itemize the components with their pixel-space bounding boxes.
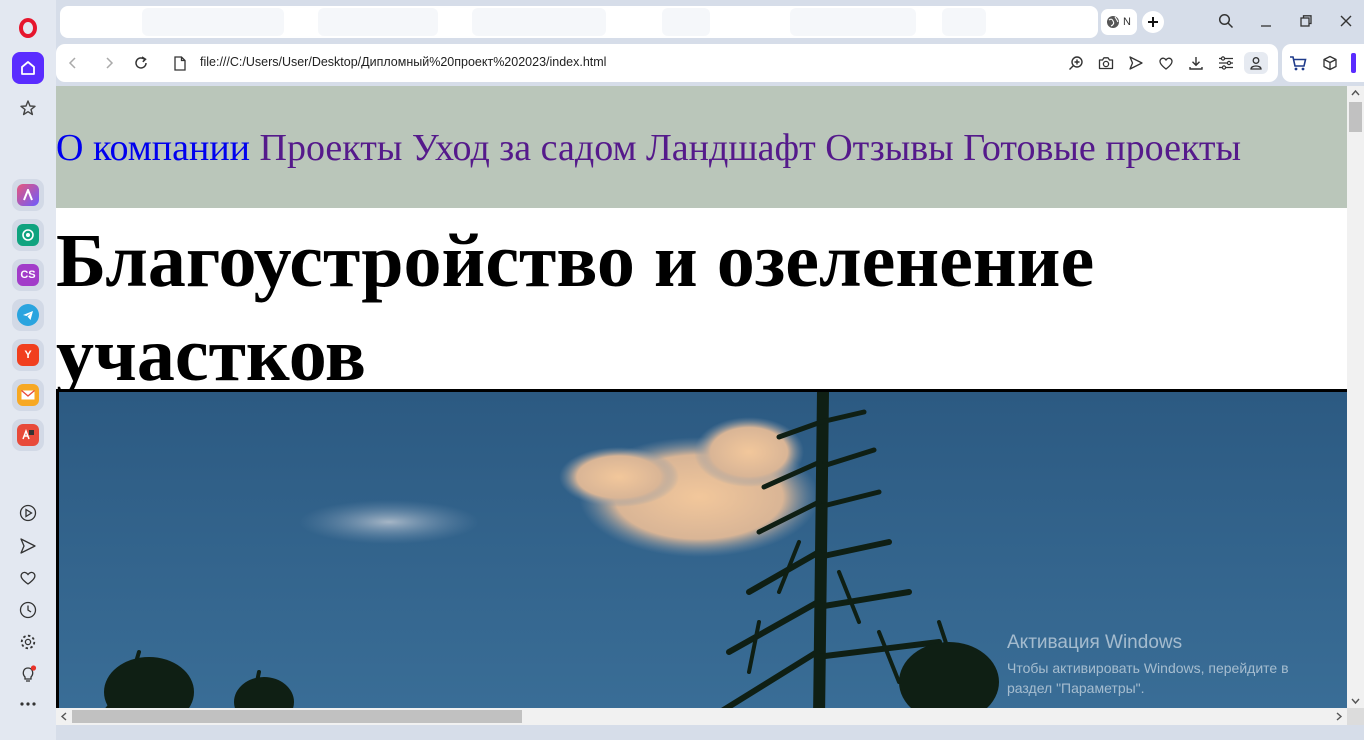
new-tab-plus-icon[interactable] (1142, 11, 1164, 33)
activation-title: Активация Windows (1007, 632, 1183, 653)
nav-link-ready-projects[interactable]: Готовые проекты (963, 127, 1241, 169)
opera-logo-icon[interactable] (12, 12, 44, 44)
nav-link-landscape[interactable]: Ландшафт (646, 127, 816, 169)
tab-ghost (790, 8, 916, 36)
history-clock-icon[interactable] (16, 598, 40, 622)
file-page-icon (168, 52, 192, 74)
scroll-right-arrow-icon[interactable] (1335, 712, 1343, 721)
tab-strip: N (56, 0, 1364, 42)
settings-gear-icon[interactable] (16, 630, 40, 654)
translate-app-icon[interactable] (12, 419, 44, 451)
tab-ghost (662, 8, 710, 36)
back-icon[interactable] (61, 52, 85, 74)
globe-icon (1107, 16, 1119, 28)
vertical-scroll-thumb[interactable] (1349, 102, 1362, 132)
nav-link-projects[interactable]: Проекты (260, 127, 403, 169)
minimize-icon[interactable] (1253, 8, 1279, 34)
home-icon[interactable] (12, 52, 44, 84)
aria-app-icon[interactable] (12, 179, 44, 211)
chatgpt-app-icon[interactable] (12, 219, 44, 251)
windows-activation-watermark: Активация Windows Чтобы активировать Win… (1007, 632, 1289, 698)
url-text[interactable]: file:///C:/Users/User/Desktop/Дипломный%… (200, 55, 606, 69)
nav-links: О компании Проекты Уход за садом Ландшаф… (56, 126, 1241, 170)
activation-line-1: Чтобы активировать Windows, перейдите в (1007, 660, 1289, 676)
vertical-scrollbar[interactable] (1347, 86, 1364, 708)
nav-link-reviews[interactable]: Отзывы (825, 127, 954, 169)
scroll-down-arrow-icon[interactable] (1351, 697, 1360, 705)
profile-icon[interactable] (1244, 52, 1268, 74)
heart-icon[interactable] (1154, 52, 1178, 74)
horizontal-scroll-thumb[interactable] (72, 710, 522, 723)
horizontal-scrollbar[interactable] (56, 708, 1347, 725)
mail-app-icon[interactable] (12, 379, 44, 411)
active-tab[interactable]: N (1101, 9, 1137, 35)
scrollbar-corner (1347, 708, 1364, 725)
zoom-search-icon[interactable] (1064, 52, 1088, 74)
yandex-app-icon[interactable]: Y (12, 339, 44, 371)
tips-lightbulb-icon[interactable] (16, 662, 40, 686)
more-dots-icon[interactable] (16, 692, 40, 716)
download-icon[interactable] (1184, 52, 1208, 74)
nav-link-garden-care[interactable]: Уход за садом (412, 127, 637, 169)
extensions-bar (1282, 44, 1364, 82)
activation-line-2: раздел "Параметры". (1007, 680, 1145, 696)
tab-ghost (942, 8, 986, 36)
send-page-icon[interactable] (1124, 52, 1148, 74)
cs-app-icon[interactable]: CS (12, 259, 44, 291)
page-title: Благоустройство и озеленение участков (56, 219, 1095, 397)
cart-icon[interactable] (1286, 52, 1310, 74)
forward-icon[interactable] (97, 52, 121, 74)
player-icon[interactable] (16, 501, 40, 525)
search-tabs-icon[interactable] (1213, 8, 1239, 34)
heart-icon[interactable] (16, 566, 40, 590)
browser-sidebar: CS Y (0, 0, 56, 740)
tab-ghost (318, 8, 438, 36)
extensions-cube-icon[interactable] (1318, 52, 1342, 74)
tab-ghost (472, 8, 606, 36)
reload-icon[interactable] (129, 52, 153, 74)
bookmarks-star-icon[interactable] (12, 92, 44, 124)
send-icon[interactable] (16, 534, 40, 558)
tab-ghost (142, 8, 284, 36)
scroll-up-arrow-icon[interactable] (1351, 89, 1360, 97)
scroll-left-arrow-icon[interactable] (60, 712, 68, 721)
restore-icon[interactable] (1293, 8, 1319, 34)
close-icon[interactable] (1333, 8, 1359, 34)
site-header-nav: О компании Проекты Уход за садом Ландшаф… (56, 86, 1347, 208)
telegram-app-icon[interactable] (12, 299, 44, 331)
camera-icon[interactable] (1094, 52, 1118, 74)
active-tab-title: N (1123, 16, 1131, 28)
page-viewport: О компании Проекты Уход за садом Ландшаф… (56, 86, 1347, 708)
address-bar: file:///C:/Users/User/Desktop/Дипломный%… (56, 44, 1278, 82)
easy-setup-icon[interactable] (1214, 52, 1238, 74)
accent-indicator (1351, 53, 1356, 73)
nav-link-about[interactable]: О компании (56, 127, 250, 169)
